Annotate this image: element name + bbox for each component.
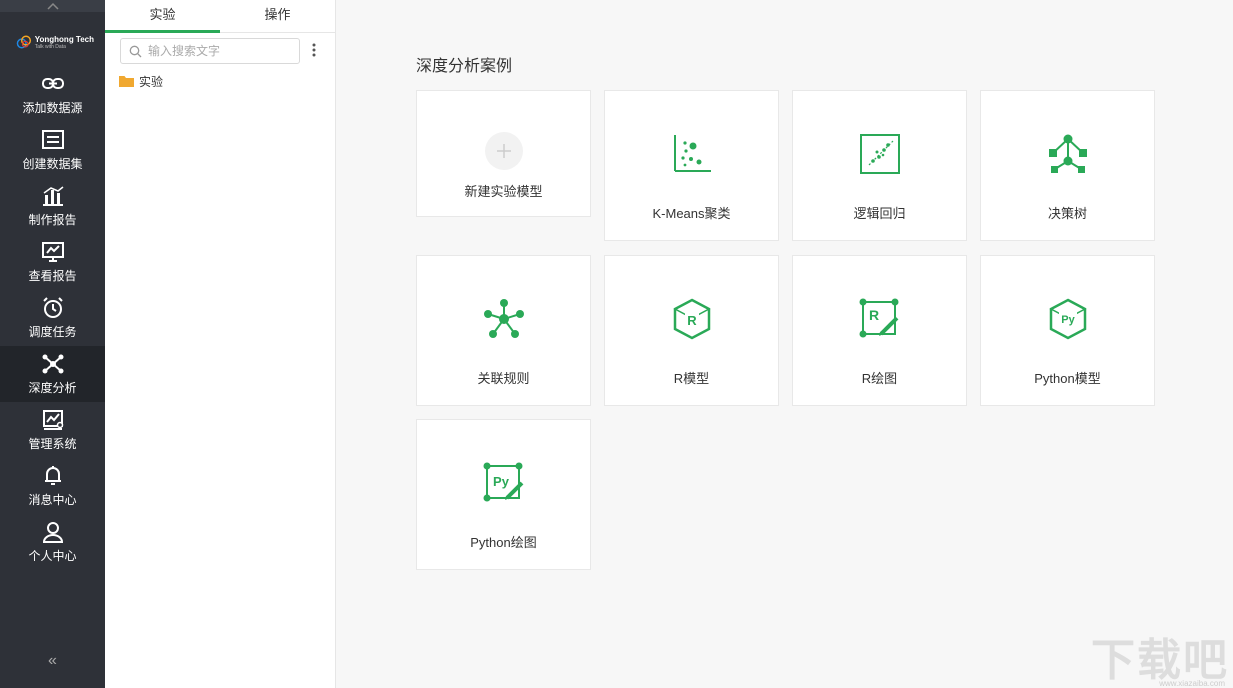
nav-item-create-dataset[interactable]: 创建数据集 xyxy=(0,122,105,178)
card-logistic-regression[interactable]: 逻辑回归 xyxy=(792,90,967,241)
nav-item-label: 查看报告 xyxy=(28,268,77,283)
card-decision-tree[interactable]: 决策树 xyxy=(980,90,1155,241)
nav-item-label: 调度任务 xyxy=(28,324,77,339)
card-label: 决策树 xyxy=(1047,206,1087,221)
more-options-button[interactable] xyxy=(307,40,321,60)
tab-experiment[interactable]: 实验 xyxy=(105,0,220,33)
experiment-panel: 实验 操作 实验 xyxy=(105,0,336,688)
add-icon xyxy=(484,132,523,170)
svg-text:Py: Py xyxy=(1061,314,1075,326)
card-association-rules[interactable]: 关联规则 xyxy=(416,255,591,406)
card-label: K-Means聚类 xyxy=(652,206,731,221)
presentation-icon xyxy=(41,241,64,262)
tree-item-experiment[interactable]: 实验 xyxy=(119,72,163,90)
nav-item-view-report[interactable]: 查看报告 xyxy=(0,234,105,290)
link-icon xyxy=(41,77,64,89)
regression-icon xyxy=(859,134,900,174)
card-label: Python模型 xyxy=(1034,371,1101,386)
page-title: 深度分析案例 xyxy=(416,58,513,75)
network-icon xyxy=(42,354,63,373)
search-input[interactable] xyxy=(148,44,288,58)
bell-icon xyxy=(44,465,61,485)
search-box xyxy=(120,38,300,64)
left-nav: Yonghong Tech Talk with Data 添加数据源 创建数据集… xyxy=(0,0,105,688)
python-plot-icon: Py xyxy=(483,462,523,502)
scroll-up-button[interactable] xyxy=(0,0,105,12)
svg-text:R: R xyxy=(687,313,697,328)
association-icon xyxy=(483,299,524,338)
chevron-up-icon xyxy=(46,2,59,10)
card-label: Python绘图 xyxy=(470,535,537,550)
card-label: R模型 xyxy=(673,371,710,386)
nav-item-label: 制作报告 xyxy=(28,212,77,227)
r-plot-icon: R xyxy=(859,298,898,338)
vertical-dots-icon xyxy=(312,43,316,57)
brand-logo: Yonghong Tech Talk with Data xyxy=(16,24,94,60)
card-label: R绘图 xyxy=(861,371,898,386)
panel-tabs: 实验 操作 xyxy=(105,0,335,33)
card-label: 新建实验模型 xyxy=(464,184,543,199)
card-r-plot[interactable]: R R绘图 xyxy=(792,255,967,406)
admin-chart-icon xyxy=(42,409,63,430)
nav-item-make-report[interactable]: 制作报告 xyxy=(0,178,105,234)
nav-item-add-datasource[interactable]: 添加数据源 xyxy=(0,66,105,122)
watermark-url: www.xiazaiba.com xyxy=(1159,679,1225,688)
nav-item-label: 添加数据源 xyxy=(22,100,83,115)
nav-item-deep-analysis[interactable]: 深度分析 xyxy=(0,346,105,402)
card-kmeans[interactable]: K-Means聚类 xyxy=(604,90,779,241)
decision-tree-icon xyxy=(1048,134,1087,173)
svg-text:R: R xyxy=(868,307,878,323)
card-label: 关联规则 xyxy=(477,371,530,386)
scatter-icon xyxy=(673,135,711,172)
card-label: 逻辑回归 xyxy=(853,206,906,221)
card-python-plot[interactable]: Py Python绘图 xyxy=(416,419,591,570)
tree-item-label: 实验 xyxy=(139,74,164,89)
r-model-icon: R xyxy=(672,298,711,340)
nav-item-label: 个人中心 xyxy=(28,548,77,563)
nav-item-label: 管理系统 xyxy=(28,436,77,451)
nav-item-label: 消息中心 xyxy=(28,492,77,507)
dataset-icon xyxy=(41,129,64,149)
nav-item-label: 深度分析 xyxy=(28,380,77,395)
folder-icon xyxy=(119,75,134,87)
card-r-model[interactable]: R R模型 xyxy=(604,255,779,406)
nav-item-label: 创建数据集 xyxy=(22,156,83,171)
alarm-clock-icon xyxy=(42,296,63,318)
collapse-nav-button[interactable]: « xyxy=(0,652,105,670)
python-model-icon: Py xyxy=(1048,298,1087,340)
nav-item-schedule-task[interactable]: 调度任务 xyxy=(0,290,105,346)
nav-item-admin-system[interactable]: 管理系统 xyxy=(0,402,105,458)
card-new-experiment[interactable]: 新建实验模型 xyxy=(416,90,591,217)
bar-chart-icon xyxy=(42,185,63,206)
nav-item-message-center[interactable]: 消息中心 xyxy=(0,458,105,514)
logo-rings-icon xyxy=(16,35,32,49)
svg-text:Py: Py xyxy=(493,474,510,489)
nav-item-personal-center[interactable]: 个人中心 xyxy=(0,514,105,570)
user-icon xyxy=(42,521,63,543)
search-icon xyxy=(129,45,142,57)
brand-name: Yonghong Tech xyxy=(34,34,94,44)
tab-operation[interactable]: 操作 xyxy=(220,0,335,33)
card-python-model[interactable]: Py Python模型 xyxy=(980,255,1155,406)
brand-tagline: Talk with Data xyxy=(34,43,66,50)
